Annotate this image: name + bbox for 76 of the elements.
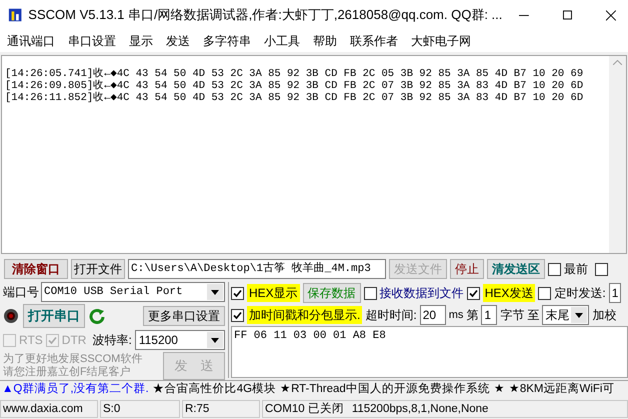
timed-send-field[interactable]: 1 [608,283,622,303]
byte-from-label: 第 [466,307,478,324]
ms-label: ms [448,308,464,323]
menu-item[interactable]: 小工具 [264,32,300,50]
dropdown-caret-icon[interactable] [571,307,588,323]
promo-text: 请您注册嘉立创F结尾客户 [3,366,132,379]
port-label: 端口号 [3,284,39,301]
checkbox[interactable] [231,308,244,322]
send-text-field[interactable]: FF 06 11 03 00 01 A8 E8 [231,326,628,378]
menu-item[interactable]: 多字符串 [203,32,251,50]
window-title: SSCOM V5.13.1 串口/网络数据调试器,作者:大虾丁丁,2618058@qq.com. QQ群: ... [28,6,502,24]
close-icon[interactable] [606,10,616,20]
dropdown-caret-icon[interactable] [207,284,223,300]
hex-send-label: HEX发送 [482,284,536,302]
ticker-item[interactable]: ★8KM远距离WiFi可 [508,380,614,398]
scrollbar[interactable] [609,56,626,253]
byte-label: 字节 [500,307,524,324]
timeout-label: 超时时间: [365,307,417,324]
refresh-icon[interactable] [89,308,105,324]
menu-item[interactable]: 联系作者 [350,32,398,50]
status-sent: S:0 [100,400,180,418]
received-line: [14:26:09.805]收←◆4C 43 54 50 4D 53 2C 3A 85 92 3B CD FB 2C 07 3B 92 85 3A 83 4D B7 10 20 6D [5,80,584,92]
receive-to-file-label: 接收数据到文件 [380,285,464,302]
dropdown-caret-icon[interactable] [207,332,223,348]
ticker-item[interactable]: ★RT-Thread中国人的开源免费操作系统 [280,380,490,398]
port-value: COM10 USB Serial Port [44,284,183,300]
checkbox[interactable] [466,286,480,300]
timed-send-label: 定时发送: [554,285,606,302]
byte-from-field[interactable]: 1 [481,305,498,325]
open-port-button[interactable]: 打开串口 [23,304,85,328]
baud-rate-label: 波特率: [92,332,132,349]
clear-send-button[interactable]: 清发送区 [487,259,545,279]
menu-item[interactable]: 通讯端口 [7,32,55,50]
baud-rate-value: 115200 [138,332,178,349]
checkbox[interactable] [364,286,377,300]
ticker-item[interactable]: ★合宙高性价比4G模块 [152,380,276,398]
menu-item[interactable]: 显示 [129,32,153,50]
checkbox[interactable] [231,286,244,300]
menu-item[interactable]: 大虾电子网 [411,32,471,50]
baud-rate-select[interactable]: 115200 [134,330,225,350]
more-port-settings-button[interactable]: 更多串口设置 [143,306,225,326]
received-line: [14:26:05.741]收←◆4C 43 54 50 4D 53 2C 3A 85 92 3B CD FB 2C 05 3B 92 85 3A 85 4D B7 10 20 69 [5,68,584,80]
status-params: 115200bps,8,1,None,None [352,402,488,416]
hex-display-label: HEX显示 [247,284,300,302]
checkbox[interactable] [548,262,561,276]
rts-label: RTS [19,332,43,349]
save-data-button[interactable]: 保存数据 [302,283,361,303]
minimize-icon[interactable] [519,14,530,16]
received-line: [14:26:11.852]收←◆4C 43 54 50 4D 53 2C 3A 85 92 3B CD FB 2C 07 3B 92 85 3A 83 4D B7 10 20 6D [5,92,584,104]
menu-item[interactable]: 发送 [166,32,190,50]
app-logo-icon [8,7,22,23]
checkbox[interactable] [538,286,552,300]
checkbox[interactable] [595,262,608,276]
to-label: 至 [527,307,540,324]
stop-button[interactable]: 停止 [450,259,484,279]
status-indicator-icon [3,308,19,324]
end-position-select[interactable]: 末尾 [542,305,590,325]
menu-item[interactable]: 串口设置 [68,32,116,50]
promo-text: 为了更好地发展SSCOM软件 [3,353,142,366]
ticker-item[interactable]: ★ [494,380,505,398]
clear-window-button[interactable]: 清除窗口 [4,259,68,279]
timeout-field[interactable]: 20 [420,305,446,325]
status-site: www.daxia.com [0,400,98,418]
checksum-label: 加校 [592,307,616,324]
open-file-button[interactable]: 打开文件 [71,259,125,279]
file-path-field[interactable]: C:\Users\A\Desktop\1古筝 牧羊曲_4M.mp3 [128,259,386,279]
dtr-label: DTR [62,332,86,349]
ticker-item[interactable]: ▲Q群满员了,没有第二个群. [2,380,149,398]
end-position-value: 末尾 [545,307,570,324]
maximize-icon[interactable] [563,10,572,20]
menu-item[interactable]: 帮助 [313,32,337,50]
status-port-state: COM10 已关闭 [265,402,344,416]
timestamp-label: 加时间戳和分包显示. [247,306,362,324]
status-received: R:75 [182,400,260,418]
topmost-label: 最前 [564,261,588,278]
port-select[interactable]: COM10 USB Serial Port [41,282,225,302]
